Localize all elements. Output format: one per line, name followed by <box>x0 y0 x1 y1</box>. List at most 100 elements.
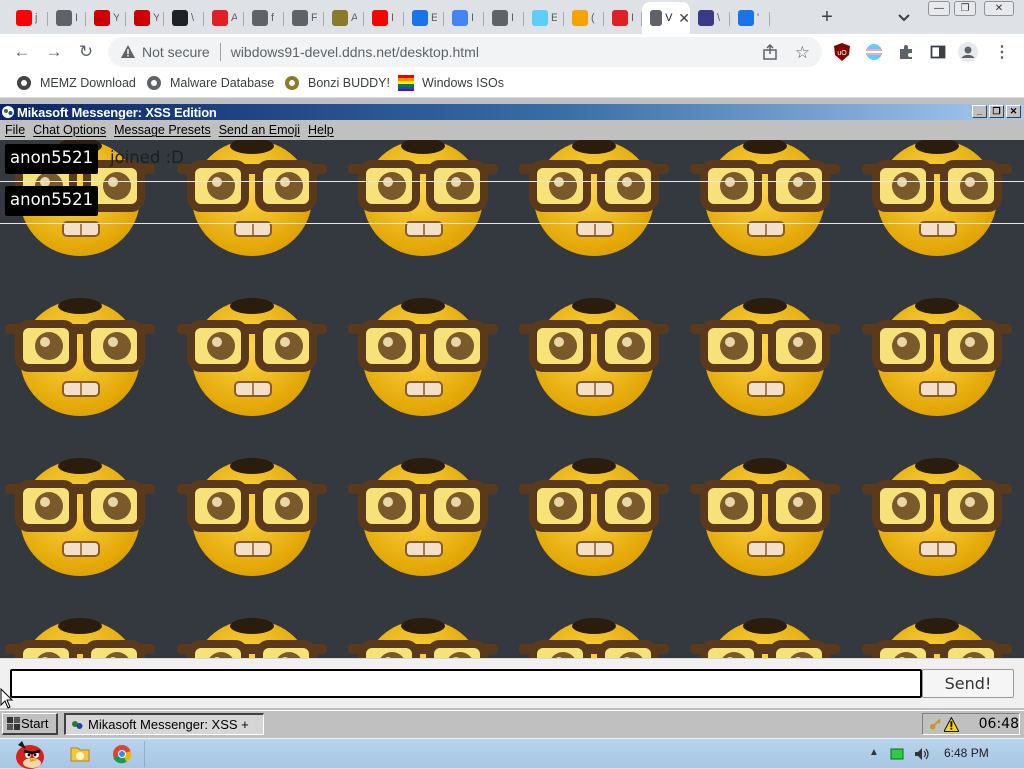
browser-tab-title: A <box>351 12 357 24</box>
browser-tab[interactable]: E <box>524 4 564 32</box>
bookmark-label: Malware Database <box>170 76 275 90</box>
menu-item-message-presets[interactable]: Message Presets <box>114 123 211 137</box>
address-bar[interactable]: Not secure wibdows91-devel.ddns.net/desk… <box>108 37 822 67</box>
memz-icon <box>16 75 32 91</box>
pencil-icon <box>332 10 348 26</box>
browser-tab-title: ' <box>757 12 760 24</box>
chrome-icon <box>56 10 72 26</box>
close-window-button[interactable]: ✕ <box>984 1 1014 16</box>
ublock-origin-icon[interactable]: uO <box>832 42 852 62</box>
close-tab-icon[interactable]: ✕ <box>678 10 690 27</box>
chrome-icon[interactable] <box>104 741 140 767</box>
bookmark-label: MEMZ Download <box>40 76 136 90</box>
forward-arrow-icon[interactable]: → <box>44 42 64 62</box>
side-panel-icon[interactable] <box>928 42 948 62</box>
browser-tab-title: ( <box>591 12 595 24</box>
browser-tab-title: j <box>35 12 38 24</box>
svg-text:uO: uO <box>837 50 847 57</box>
trans-flag-icon <box>532 10 548 26</box>
key-icon[interactable] <box>929 717 942 731</box>
warning-triangle-icon[interactable] <box>120 44 136 60</box>
browser-tab[interactable]: I <box>444 4 484 32</box>
menu-item-chat-options[interactable]: Chat Options <box>33 123 106 137</box>
start-button[interactable]: Start <box>2 713 58 735</box>
browser-tab[interactable]: I <box>48 4 86 32</box>
browser-tab[interactable]: I <box>604 4 642 32</box>
bookmark-star-icon[interactable]: ☆ <box>795 43 810 63</box>
app-close-button[interactable]: ✕ <box>1006 105 1021 118</box>
bookmark-item[interactable]: MEMZ Download <box>16 75 136 91</box>
browser-tab[interactable]: A <box>204 4 244 32</box>
globe-icon <box>252 10 268 26</box>
minimize-window-button[interactable]: — <box>928 1 950 16</box>
messenger-icon <box>72 720 83 729</box>
browser-tab[interactable]: ' <box>730 4 770 32</box>
browser-tab[interactable]: I <box>364 4 404 32</box>
chrome-menu-icon[interactable]: ⋮ <box>992 42 1012 62</box>
restore-window-button[interactable]: ❐ <box>954 1 976 16</box>
messenger-title-bar[interactable]: Mikasoft Messenger: XSS Edition _ ❐ ✕ <box>0 104 1024 120</box>
browser-tab[interactable]: Y <box>126 4 164 32</box>
menu-item-help[interactable]: Help <box>308 123 334 137</box>
browser-tab-strip: j I Y Y \ Af F A I E I I E(I V ✕ \ ' <box>0 0 1024 34</box>
youtube-icon <box>16 10 32 26</box>
message-input[interactable] <box>10 669 922 698</box>
windows-logo-icon <box>398 75 414 91</box>
menu-item-file[interactable]: File <box>5 123 25 137</box>
start-logo-icon <box>7 716 20 730</box>
os-taskbar: ▲ 6:48 PM <box>0 738 1024 769</box>
folder-icon[interactable] <box>62 741 98 767</box>
chat-username[interactable]: anon5521 <box>5 144 99 174</box>
show-hidden-icons-icon[interactable]: ▲ <box>869 747 879 758</box>
browser-tab[interactable]: F <box>284 4 324 32</box>
browser-tab[interactable]: Y <box>86 4 126 32</box>
angry-bird-icon[interactable] <box>6 741 50 769</box>
browser-tab[interactable]: V ✕ <box>642 2 690 34</box>
chat-message-row: anon5521 joined :D <box>0 140 1024 182</box>
app-minimize-button[interactable]: _ <box>972 105 987 118</box>
new-tab-button[interactable]: + <box>816 7 838 27</box>
tab-search-icon[interactable] <box>896 9 912 25</box>
send-button[interactable]: Send! <box>922 669 1014 698</box>
nerd-face-icon <box>690 290 840 420</box>
bookmark-item[interactable]: Bonzi BUDDY! <box>284 75 390 91</box>
app-maximize-button[interactable]: ❐ <box>989 105 1004 118</box>
browser-tab-title: I <box>631 12 635 24</box>
battery-icon[interactable] <box>890 747 904 761</box>
browser-tab[interactable]: f <box>244 4 284 32</box>
nerd-face-icon <box>690 450 840 580</box>
app-menu-bar: File Chat Options Message Presets Send an E… <box>0 120 1024 140</box>
warning-icon[interactable] <box>943 716 959 732</box>
browser-tab[interactable]: I <box>484 4 524 32</box>
google-icon <box>452 10 468 26</box>
nerd-face-icon <box>862 450 1012 580</box>
profile-avatar-icon[interactable] <box>958 42 978 62</box>
taskbar-messenger-button[interactable]: Mikasoft Messenger: XSS + <box>64 713 264 735</box>
w-icon <box>650 10 663 26</box>
not-secure-label[interactable]: Not secure <box>142 44 210 60</box>
share-icon[interactable] <box>762 44 778 60</box>
back-arrow-icon[interactable]: ← <box>12 42 32 62</box>
browser-tab[interactable]: \ <box>164 4 204 32</box>
bookmark-item[interactable]: Malware Database <box>146 75 274 91</box>
browser-tab[interactable]: E <box>404 4 444 32</box>
bookmark-item[interactable]: Windows ISOs <box>398 75 504 91</box>
reload-icon[interactable]: ↻ <box>76 42 96 62</box>
trans-flag-extension-icon[interactable] <box>864 42 884 62</box>
chat-username[interactable]: anon5521 <box>5 186 99 216</box>
globe-icon <box>146 75 162 91</box>
volume-icon[interactable] <box>914 747 930 761</box>
menu-item-send-an-emoji[interactable]: Send an Emoji <box>219 123 300 137</box>
nerd-face-icon <box>519 450 669 580</box>
browser-tab[interactable]: A <box>324 4 364 32</box>
browser-tab-title: Y <box>113 12 119 24</box>
extensions-puzzle-icon[interactable] <box>896 42 916 62</box>
globe-icon <box>292 10 308 26</box>
browser-tab[interactable]: \ <box>690 4 730 32</box>
browser-tab[interactable]: j <box>8 4 48 32</box>
messenger-icon <box>2 106 14 118</box>
browser-tab[interactable]: ( <box>564 4 604 32</box>
browser-tab-title: Y <box>153 12 159 24</box>
nerd-face-icon <box>5 290 155 420</box>
url-text[interactable]: wibdows91-devel.ddns.net/desktop.html <box>231 44 479 60</box>
